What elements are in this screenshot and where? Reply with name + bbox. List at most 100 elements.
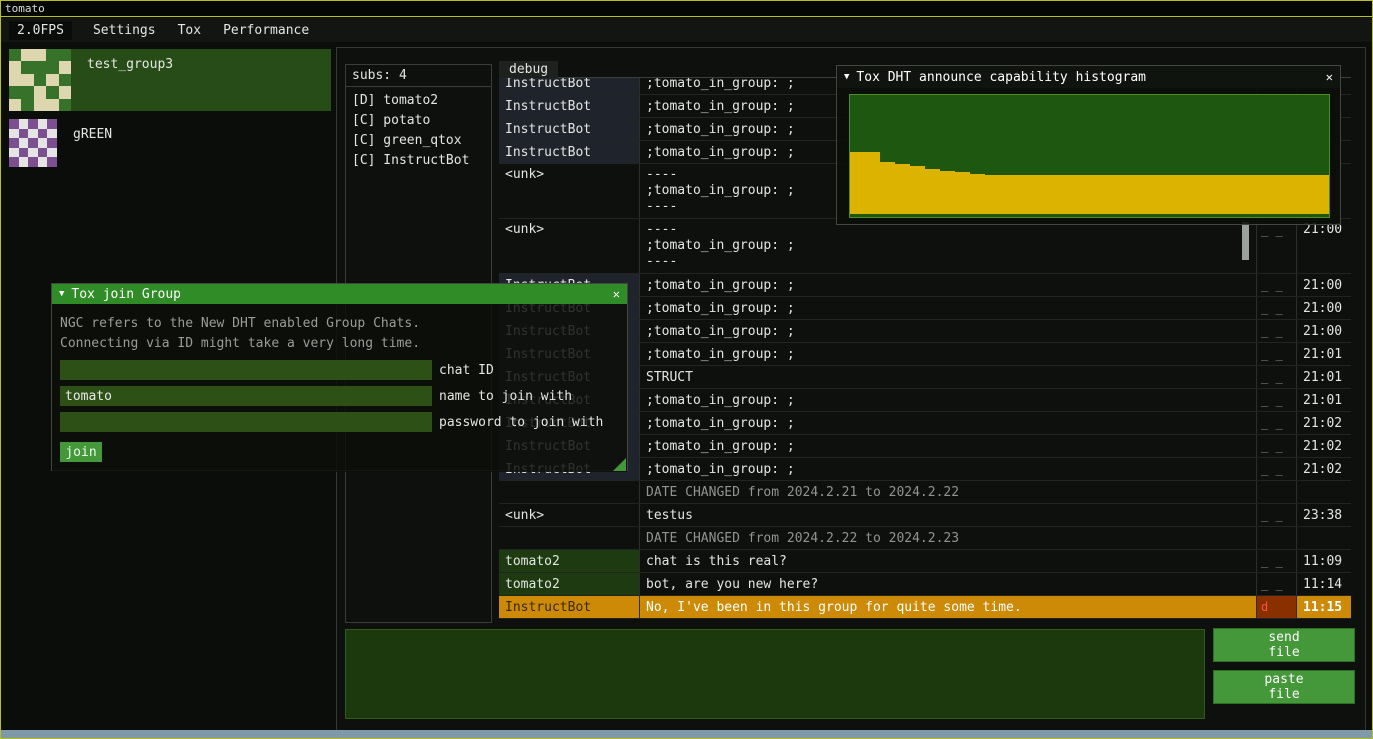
histogram-bar [970, 174, 985, 214]
chat-row-message: ;tomato_in_group: ; [639, 343, 1256, 365]
histogram-bar [1075, 175, 1090, 214]
subs-list: [D] tomato2[C] potato[C] green_qtox[C] I… [346, 87, 491, 171]
join-name-input[interactable] [60, 386, 432, 406]
chat-id-input[interactable] [60, 360, 432, 380]
close-icon[interactable]: ✕ [613, 287, 620, 301]
histogram-bar [1269, 175, 1284, 214]
chat-row-time: 21:00 [1296, 219, 1351, 273]
chat-row-time: 21:01 [1296, 389, 1351, 411]
chat-row-message: STRUCT [639, 366, 1256, 388]
chat-row-message: ;tomato_in_group: ; [639, 389, 1256, 411]
join-password-input[interactable] [60, 412, 432, 432]
chat-row-flags: _ _ [1256, 435, 1296, 457]
menu-settings[interactable]: Settings [82, 21, 167, 40]
contact-name: gREEN [57, 119, 112, 167]
window-bottom-edge [1, 730, 1372, 738]
histogram-bar [1194, 175, 1209, 214]
chat-row-message: No, I've been in this group for quite so… [639, 596, 1256, 618]
chat-row-time: 21:02 [1296, 458, 1351, 480]
chat-row-author: InstructBot [499, 118, 639, 140]
chat-row-message: DATE CHANGED from 2024.2.21 to 2024.2.22 [639, 481, 1256, 503]
paste-file-label-line1: paste [1264, 672, 1303, 687]
chat-row-author: <unk> [499, 164, 639, 218]
join-window-titlebar[interactable]: ▼ Tox join Group ✕ [52, 284, 627, 304]
chat-row-author [499, 527, 639, 549]
window-title: tomato [5, 2, 45, 15]
histogram-bar [1045, 175, 1060, 214]
chat-row-time: 21:01 [1296, 366, 1351, 388]
histogram-bar [1119, 175, 1134, 214]
collapse-icon[interactable]: ▼ [59, 289, 64, 299]
message-input[interactable] [345, 629, 1205, 719]
chat-row-author: InstructBot [499, 78, 639, 94]
chat-row[interactable]: InstructBotNo, I've been in this group f… [499, 596, 1351, 619]
histogram-bar [1299, 175, 1314, 214]
histogram-bar [1239, 175, 1254, 214]
histogram-window-titlebar[interactable]: ▼ Tox DHT announce capability histogram … [837, 66, 1340, 88]
chat-row-flags: _ _ [1256, 412, 1296, 434]
fps-counter: 2.0FPS [9, 21, 72, 40]
chat-row-time: 21:00 [1296, 274, 1351, 296]
chat-row-message: ;tomato_in_group: ; [639, 320, 1256, 342]
chat-row-flags: _ _ [1256, 573, 1296, 595]
histogram-window-title: Tox DHT announce capability histogram [856, 70, 1146, 85]
close-icon[interactable]: ✕ [1326, 70, 1333, 84]
send-file-label-line2: file [1268, 645, 1299, 660]
chat-row[interactable]: <unk>---- ;tomato_in_group: ; ----_ _21:… [499, 219, 1351, 274]
chat-row-flags: d [1256, 596, 1296, 618]
histogram-bar [1224, 175, 1239, 214]
window-titlebar[interactable]: tomato [1, 1, 1372, 17]
histogram-window: ▼ Tox DHT announce capability histogram … [836, 65, 1341, 225]
chat-row-author: <unk> [499, 504, 639, 526]
chat-row-author [499, 481, 639, 503]
chat-row-author: InstructBot [499, 95, 639, 117]
chat-row[interactable]: tomato2bot, are you new here?_ _11:14 [499, 573, 1351, 596]
chat-row[interactable]: tomato2chat is this real?_ _11:09 [499, 550, 1351, 573]
join-password-label: password to join with [439, 415, 603, 430]
paste-file-button[interactable]: paste file [1213, 670, 1355, 704]
histogram-bar [910, 166, 925, 214]
histogram-bar [1090, 175, 1105, 214]
histogram-bar [1164, 175, 1179, 214]
histogram-bar [955, 172, 970, 214]
subs-member[interactable]: [D] tomato2 [346, 91, 491, 111]
join-info-line: NGC refers to the New DHT enabled Group … [60, 314, 619, 334]
chat-row-flags [1256, 527, 1296, 549]
chat-row-message: ;tomato_in_group: ; [639, 458, 1256, 480]
chat-row-time [1296, 481, 1351, 503]
menubar: 2.0FPS Settings Tox Performance [1, 18, 1372, 42]
subs-member[interactable]: [C] InstructBot [346, 151, 491, 171]
join-button[interactable]: join [60, 442, 102, 462]
chat-row-flags: _ _ [1256, 274, 1296, 296]
chat-row[interactable]: DATE CHANGED from 2024.2.21 to 2024.2.22 [499, 481, 1351, 504]
message-scrollbar[interactable] [1242, 222, 1249, 260]
menu-tox[interactable]: Tox [167, 21, 212, 40]
contact-gREEN[interactable]: gREEN [9, 119, 331, 167]
chat-row-flags: _ _ [1256, 219, 1296, 273]
chat-row-flags: _ _ [1256, 297, 1296, 319]
send-file-button[interactable]: send file [1213, 628, 1355, 662]
subs-member[interactable]: [C] potato [346, 111, 491, 131]
chat-row-message: ---- ;tomato_in_group: ; ---- [639, 219, 1256, 273]
menu-performance[interactable]: Performance [212, 21, 320, 40]
histogram-bar [940, 171, 955, 214]
chat-row[interactable]: DATE CHANGED from 2024.2.22 to 2024.2.23 [499, 527, 1351, 550]
chat-row-flags: _ _ [1256, 550, 1296, 572]
contact-name: test_group3 [71, 49, 173, 111]
histogram-bar [1209, 175, 1224, 214]
subs-member[interactable]: [C] green_qtox [346, 131, 491, 151]
histogram-bar [865, 152, 880, 214]
collapse-icon[interactable]: ▼ [844, 72, 849, 82]
chat-row-time [1296, 527, 1351, 549]
chat-row-message: testus [639, 504, 1256, 526]
chat-row-author: <unk> [499, 219, 639, 273]
contact-test_group3[interactable]: test_group3 [9, 49, 331, 111]
chat-row[interactable]: <unk>testus_ _23:38 [499, 504, 1351, 527]
avatar [9, 49, 71, 111]
resize-grip[interactable] [613, 458, 626, 471]
chat-row-time: 23:38 [1296, 504, 1351, 526]
histogram-bar [895, 164, 910, 214]
histogram-bar [1000, 175, 1015, 214]
send-file-label-line1: send [1268, 630, 1299, 645]
chat-row-flags [1256, 481, 1296, 503]
